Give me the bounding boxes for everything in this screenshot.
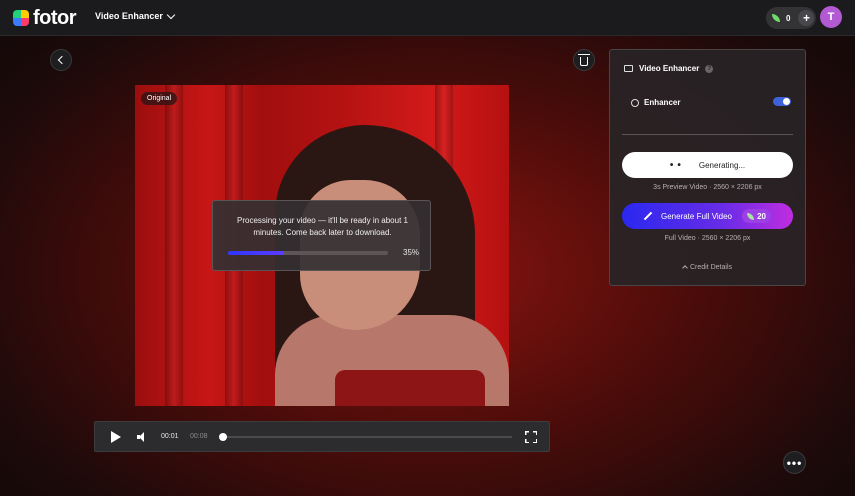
more-options-button[interactable]: ••• [783,451,806,474]
tool-menu-label: Video Enhancer [95,11,163,21]
enhancer-label: Enhancer [644,98,681,107]
progress-fill [228,251,284,255]
generating-preview-button[interactable]: •• Generating... [622,152,793,178]
loading-dots-icon: •• [669,159,685,171]
progress-percent: 35% [403,248,420,257]
generating-label: Generating... [698,160,746,170]
chevron-up-icon [682,265,688,271]
back-button[interactable] [50,49,72,71]
tool-menu-dropdown[interactable]: Video Enhancer [95,10,176,21]
processing-dialog: Processing your video — it'll be ready i… [212,200,431,271]
credit-details-label: Credit Details [689,264,732,271]
credit-cost-badge: 20 [742,209,771,223]
fotor-logo[interactable]: fotor [13,7,77,29]
original-tag: Original [141,92,178,105]
panel-header: Video Enhancer ? [624,64,714,73]
top-bar: fotor Video Enhancer 0 + T [0,0,855,36]
credits-pill[interactable]: 0 + [766,7,816,29]
brand-name: fotor [33,7,77,29]
add-credits-button[interactable]: + [798,10,815,26]
leaf-icon [747,212,755,220]
generate-full-video-button[interactable]: Generate Full Video 20 [622,203,793,229]
video-subject-top [335,370,485,406]
leaf-icon [772,14,780,22]
avatar[interactable]: T [820,6,842,28]
play-icon[interactable] [111,431,121,443]
video-enhancer-icon [624,65,633,72]
seek-handle[interactable] [219,433,227,441]
magic-wand-icon [643,211,653,221]
progress-bar [228,251,388,255]
enhance-sun-icon [631,98,639,107]
more-dots-icon: ••• [786,455,803,470]
trash-icon [578,53,590,66]
credit-cost: 20 [757,211,766,221]
chevron-left-icon [57,55,67,65]
volume-icon[interactable] [137,432,147,442]
curtain-fold [165,85,183,406]
processing-message: Processing your video — it'll be ready i… [237,216,408,237]
fotor-logo-icon [13,10,29,26]
help-icon[interactable]: ? [705,64,714,73]
chevron-down-icon [166,10,176,19]
preview-video-info: 3s Preview Video · 2560 × 2206 px [653,184,762,191]
delete-button[interactable] [573,49,595,71]
panel-title: Video Enhancer [639,64,700,73]
divider [622,134,793,135]
enhancer-panel: Video Enhancer ? Enhancer •• Generating.… [609,49,806,286]
enhancer-toggle[interactable] [773,97,791,106]
credits-count: 0 [786,13,791,23]
enhancer-row: Enhancer [631,97,791,107]
generate-full-label: Generate Full Video [661,211,733,221]
fullscreen-icon[interactable] [525,431,537,443]
credit-details-link[interactable]: Credit Details [622,264,793,271]
seek-bar[interactable] [222,436,512,438]
total-time: 00:08 [190,433,208,440]
full-video-info: Full Video · 2560 × 2206 px [664,235,751,242]
video-player-controls: 00:01 00:08 [94,421,550,452]
current-time: 00:01 [161,433,179,440]
